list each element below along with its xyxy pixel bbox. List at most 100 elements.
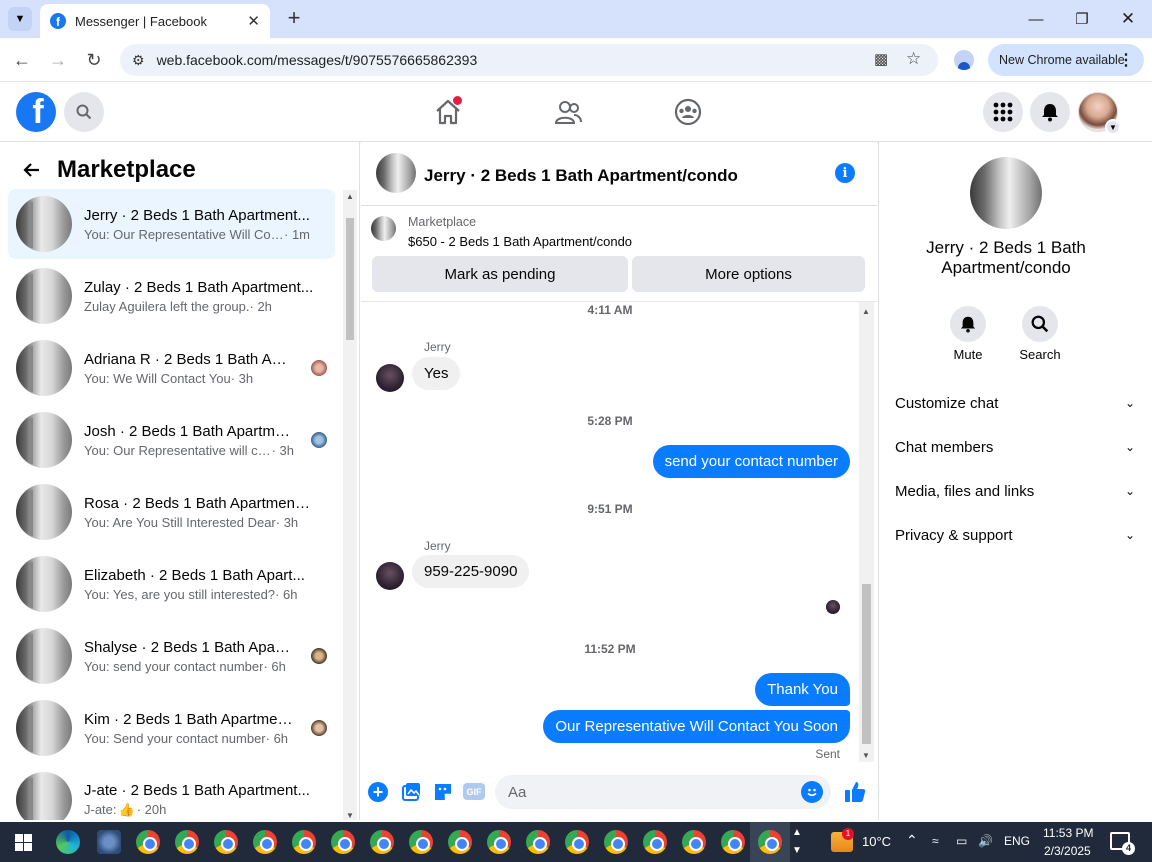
attach-photo-button[interactable] bbox=[400, 781, 422, 803]
new-chrome-available-button[interactable]: New Chrome available ⋮ bbox=[988, 44, 1144, 76]
edge-icon[interactable] bbox=[56, 830, 80, 854]
like-button[interactable] bbox=[843, 780, 867, 804]
scroll-down-arrow-icon[interactable]: ▼ bbox=[346, 811, 354, 820]
chrome-icon[interactable] bbox=[214, 830, 238, 854]
outgoing-message[interactable]: Our Representative Will Contact You Soon bbox=[543, 710, 850, 743]
chrome-icon[interactable] bbox=[292, 830, 316, 854]
browser-tab[interactable]: f Messenger | Facebook ✕ bbox=[40, 4, 270, 38]
account-avatar[interactable]: ▼ bbox=[1078, 92, 1121, 135]
sticker-button[interactable] bbox=[432, 781, 454, 803]
chat-scrollbar[interactable]: ▲ ▼ bbox=[859, 302, 874, 762]
chrome-icon[interactable] bbox=[526, 830, 550, 854]
bookmark-star-icon[interactable]: ☆ bbox=[906, 49, 921, 69]
notifications-button[interactable] bbox=[1030, 92, 1070, 132]
conversation-item[interactable]: J-ate · 2 Beds 1 Bath Apartment... J-ate… bbox=[8, 765, 335, 820]
customize-chat-row[interactable]: Customize chat ⌄ bbox=[895, 383, 1135, 423]
sender-avatar[interactable] bbox=[376, 364, 404, 392]
info-button[interactable]: i bbox=[835, 163, 855, 183]
conversation-item[interactable]: Elizabeth · 2 Beds 1 Bath Apart... You: … bbox=[8, 549, 335, 619]
clock-date[interactable]: 2/3/2025 bbox=[1044, 844, 1091, 858]
reload-button[interactable]: ↻ bbox=[81, 47, 107, 73]
chrome-icon[interactable] bbox=[253, 830, 277, 854]
minimize-button[interactable]: — bbox=[1016, 6, 1056, 32]
sender-avatar[interactable] bbox=[376, 562, 404, 590]
chrome-icon[interactable] bbox=[331, 830, 355, 854]
nav-friends[interactable] bbox=[552, 97, 584, 129]
mute-button[interactable] bbox=[950, 306, 986, 342]
chrome-icon[interactable] bbox=[682, 830, 706, 854]
chrome-icon[interactable] bbox=[136, 830, 160, 854]
listing-small-thumbnail[interactable] bbox=[371, 216, 396, 241]
conversation-item[interactable]: Jerry · 2 Beds 1 Bath Apartment... You: … bbox=[8, 189, 335, 259]
show-hidden-icons[interactable]: ⌃ bbox=[906, 832, 918, 849]
conversation-item[interactable]: Josh · 2 Beds 1 Bath Apartme... You: Our… bbox=[8, 405, 335, 475]
gif-button[interactable]: GIF bbox=[463, 783, 485, 800]
search-button[interactable] bbox=[64, 92, 104, 132]
conversation-item[interactable]: Rosa · 2 Beds 1 Bath Apartment/... You: … bbox=[8, 477, 335, 547]
scroll-up-arrow-icon[interactable]: ▲ bbox=[346, 192, 354, 201]
close-window-button[interactable]: ✕ bbox=[1108, 6, 1148, 32]
chrome-icon[interactable] bbox=[643, 830, 667, 854]
more-options-button[interactable]: More options bbox=[632, 256, 865, 292]
more-actions-button[interactable]: + bbox=[368, 782, 388, 802]
conversation-item[interactable]: Kim · 2 Beds 1 Bath Apartmen... You: Sen… bbox=[8, 693, 335, 763]
chat-title[interactable]: Jerry · 2 Beds 1 Bath Apartment/condo bbox=[424, 166, 738, 186]
conversation-item[interactable]: Shalyse · 2 Beds 1 Bath Apart... You: se… bbox=[8, 621, 335, 691]
language-indicator[interactable]: ENG bbox=[1004, 834, 1030, 848]
battery-icon[interactable]: ▭ bbox=[956, 834, 967, 848]
close-tab-icon[interactable]: ✕ bbox=[247, 12, 260, 30]
conversation-item[interactable]: Adriana R · 2 Beds 1 Bath Apa... You: We… bbox=[8, 333, 335, 403]
profile-icon[interactable] bbox=[954, 50, 974, 70]
emoji-button[interactable] bbox=[801, 781, 823, 803]
weather-temp[interactable]: 10°C bbox=[862, 834, 891, 849]
chrome-icon[interactable] bbox=[370, 830, 394, 854]
address-bar[interactable]: ⚙ web.facebook.com/messages/t/9075576665… bbox=[120, 44, 938, 76]
chrome-icon[interactable] bbox=[604, 830, 628, 854]
privacy-support-row[interactable]: Privacy & support ⌄ bbox=[895, 515, 1135, 555]
nav-groups[interactable] bbox=[672, 96, 704, 128]
new-tab-button[interactable]: + bbox=[282, 5, 306, 30]
sidebar-scroll-thumb[interactable] bbox=[346, 218, 354, 340]
facebook-logo[interactable]: f bbox=[16, 92, 56, 132]
chrome-icon[interactable] bbox=[448, 830, 472, 854]
chrome-icon[interactable] bbox=[487, 830, 511, 854]
chrome-icon[interactable] bbox=[175, 830, 199, 854]
install-app-icon[interactable]: ▩ bbox=[874, 50, 888, 68]
chat-members-row[interactable]: Chat members ⌄ bbox=[895, 427, 1135, 467]
taskbar-scroll[interactable]: ▲ ▼ bbox=[792, 824, 802, 860]
conversation-item[interactable]: Zulay · 2 Beds 1 Bath Apartment... Zulay… bbox=[8, 261, 335, 331]
sidebar-scrollbar[interactable]: ▲ ▼ bbox=[343, 190, 357, 820]
restore-button[interactable]: ❐ bbox=[1062, 6, 1102, 32]
app-icon[interactable] bbox=[97, 830, 121, 854]
forward-button[interactable]: → bbox=[45, 47, 71, 73]
scroll-down-arrow-icon[interactable]: ▼ bbox=[862, 751, 870, 760]
details-avatar[interactable] bbox=[970, 157, 1042, 229]
chrome-icon[interactable] bbox=[409, 830, 433, 854]
chrome-icon[interactable] bbox=[565, 830, 589, 854]
media-files-links-row[interactable]: Media, files and links ⌄ bbox=[895, 471, 1135, 511]
search-in-chat-button[interactable] bbox=[1022, 306, 1058, 342]
mark-as-pending-button[interactable]: Mark as pending bbox=[372, 256, 628, 292]
site-info-icon[interactable]: ⚙ bbox=[132, 52, 145, 69]
chrome-icon[interactable] bbox=[758, 830, 782, 854]
clock-time[interactable]: 11:53 PM bbox=[1043, 826, 1093, 840]
outgoing-message[interactable]: Thank You bbox=[755, 673, 850, 706]
chat-avatar[interactable] bbox=[376, 153, 416, 193]
back-arrow-button[interactable] bbox=[18, 156, 46, 184]
chrome-icon[interactable] bbox=[721, 830, 745, 854]
menu-button[interactable] bbox=[983, 92, 1023, 132]
nav-home[interactable] bbox=[432, 96, 464, 128]
outgoing-message[interactable]: send your contact number bbox=[652, 445, 850, 478]
listing-title[interactable]: $650 - 2 Beds 1 Bath Apartment/condo bbox=[408, 234, 632, 249]
chat-scroll-thumb[interactable] bbox=[862, 584, 871, 744]
volume-icon[interactable]: 🔊 bbox=[978, 834, 993, 848]
listing-thumbnail bbox=[16, 340, 72, 396]
tab-list-dropdown[interactable]: ▼ bbox=[8, 7, 32, 31]
message-input[interactable]: Aa bbox=[495, 775, 831, 809]
back-button[interactable]: ← bbox=[9, 47, 35, 73]
incoming-message[interactable]: Yes bbox=[412, 357, 461, 390]
scroll-up-arrow-icon[interactable]: ▲ bbox=[862, 307, 870, 316]
start-button[interactable] bbox=[15, 834, 32, 851]
incoming-message[interactable]: 959-225-9090 bbox=[412, 555, 530, 588]
network-icon[interactable]: ≈ bbox=[932, 834, 939, 848]
